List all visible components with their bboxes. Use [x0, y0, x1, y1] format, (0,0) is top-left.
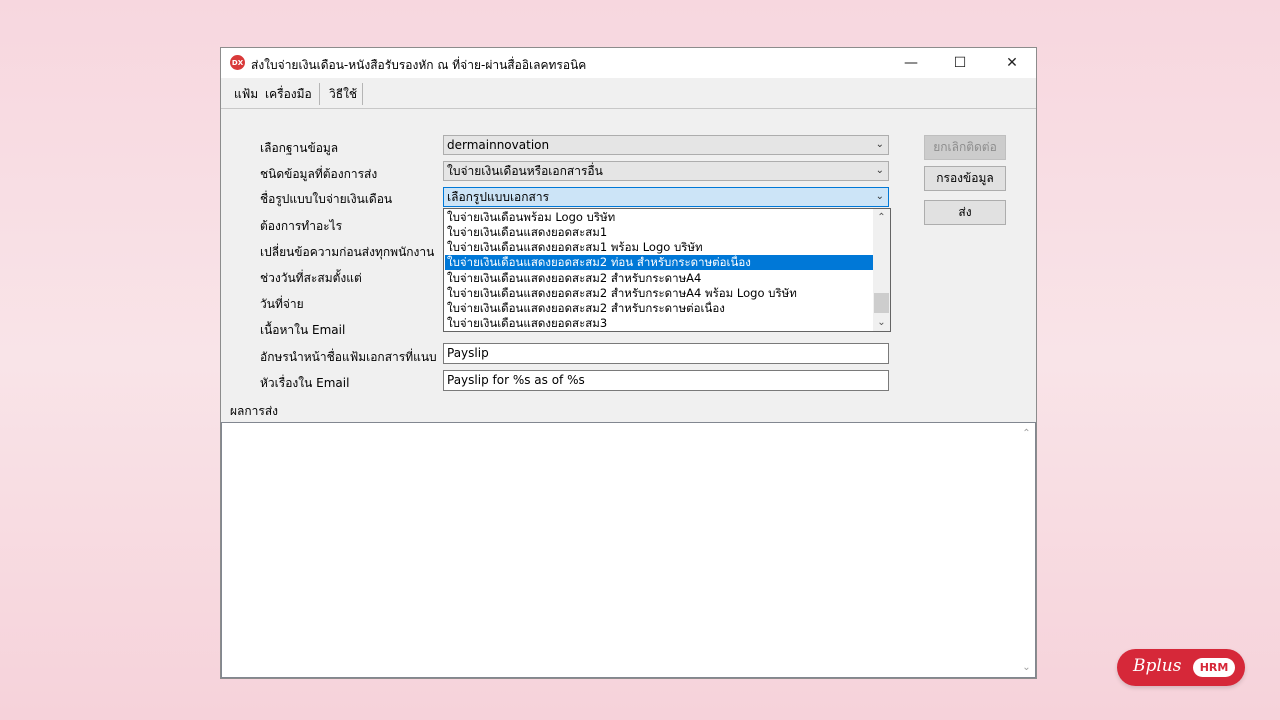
data-type-label: ชนิดข้อมูลที่ต้องการส่ง	[260, 167, 378, 181]
chevron-down-icon: ⌄	[875, 191, 884, 202]
database-select[interactable]: dermainnovation ⌄	[443, 135, 889, 155]
result-textarea[interactable]: ⌃ ⌄	[221, 422, 1036, 678]
dropdown-item[interactable]: ใบจ่ายเงินเดือนแสดงยอดสะสม1 พร้อม Logo บ…	[445, 240, 873, 255]
result-scrollbar[interactable]: ⌃ ⌄	[1018, 423, 1035, 677]
pay-date-label: วันที่จ่าย	[260, 297, 304, 311]
dropdown-item[interactable]: ใบจ่ายเงินเดือนพร้อม Logo บริษัท	[445, 210, 873, 225]
dropdown-item[interactable]: ใบจ่ายเงินเดือนแสดงยอดสะสม2 สำหรับกระดาษ…	[445, 286, 873, 301]
subject-label: หัวเรื่องใน Email	[260, 376, 350, 390]
chevron-down-icon[interactable]: ⌄	[873, 314, 890, 331]
logo-brand: Bplus	[1133, 656, 1182, 676]
dropdown-item-selected[interactable]: ใบจ่ายเงินเดือนแสดงยอดสะสม2 ท่อน สำหรับก…	[445, 255, 873, 270]
change-message-label: เปลี่ยนข้อความก่อนส่งทุกพนักงาน	[260, 245, 435, 259]
minimize-button[interactable]: —	[888, 48, 934, 78]
chevron-down-icon[interactable]: ⌄	[1018, 659, 1035, 676]
dropdown-item[interactable]: ใบจ่ายเงินเดือนแสดงยอดสะสม1	[445, 225, 873, 240]
dropdown-item[interactable]: ใบจ่ายเงินเดือนแสดงยอดสะสม3	[445, 316, 873, 331]
period-label: ช่วงวันที่สะสมตั้งแต่	[260, 271, 362, 285]
menu-help[interactable]: วิธีใช้	[323, 82, 363, 106]
dropdown-scrollbar[interactable]: ⌃ ⌄	[873, 209, 890, 331]
menu-separator	[362, 83, 363, 105]
template-dropdown-list[interactable]: ใบจ่ายเงินเดือนพร้อม Logo บริษัท ใบจ่ายเ…	[443, 208, 891, 332]
database-select-value: dermainnovation	[447, 138, 550, 152]
chevron-down-icon: ⌄	[875, 139, 884, 150]
subject-input[interactable]: Payslip for %s as of %s	[443, 370, 889, 391]
send-button[interactable]: ส่ง	[924, 200, 1006, 225]
menu-tools[interactable]: เครื่องมือ	[259, 82, 318, 106]
logo-badge: HRM	[1193, 658, 1235, 677]
menu-bar: แฟ้ม เครื่องมือ วิธีใช้	[221, 79, 1036, 109]
filter-data-button[interactable]: กรองข้อมูล	[924, 166, 1006, 191]
app-icon: DX	[230, 55, 245, 70]
template-select[interactable]: เลือกรูปแบบเอกสาร ⌄	[443, 187, 889, 207]
scrollbar-thumb[interactable]	[874, 293, 889, 313]
window-title: ส่งใบจ่ายเงินเดือน-หนังสือรับรองหัก ณ ที…	[251, 58, 587, 72]
chevron-up-icon[interactable]: ⌃	[1018, 425, 1035, 442]
dropdown-item[interactable]: ใบจ่ายเงินเดือนแสดงยอดสะสม2 สำหรับกระดาษ…	[445, 271, 873, 286]
prefix-label: อักษรนำหน้าชื่อแฟ้มเอกสารที่แนบ	[260, 350, 437, 364]
data-type-select-value: ใบจ่ายเงินเดือนหรือเอกสารอื่น	[447, 164, 603, 178]
template-label: ชื่อรูปแบบใบจ่ายเงินเดือน	[260, 192, 393, 206]
chevron-up-icon[interactable]: ⌃	[873, 209, 890, 226]
result-label: ผลการส่ง	[230, 404, 279, 418]
close-button[interactable]: ✕	[989, 48, 1035, 78]
title-bar: DX ส่งใบจ่ายเงินเดือน-หนังสือรับรองหัก ณ…	[221, 48, 1036, 78]
main-window: DX ส่งใบจ่ายเงินเดือน-หนังสือรับรองหัก ณ…	[220, 47, 1037, 679]
dropdown-item[interactable]: ใบจ่ายเงินเดือนแสดงยอดสะสม2 สำหรับกระดาษ…	[445, 301, 873, 316]
template-select-value: เลือกรูปแบบเอกสาร	[447, 190, 550, 204]
cancel-connection-button[interactable]: ยกเลิกติดต่อ	[924, 135, 1006, 160]
menu-separator	[319, 83, 320, 105]
prefix-input[interactable]: Payslip	[443, 343, 889, 364]
data-type-select[interactable]: ใบจ่ายเงินเดือนหรือเอกสารอื่น ⌄	[443, 161, 889, 181]
chevron-down-icon: ⌄	[875, 165, 884, 176]
email-content-label: เนื้อหาใน Email	[260, 323, 346, 337]
database-label: เลือกฐานข้อมูล	[260, 141, 339, 155]
action-label: ต้องการทำอะไร	[260, 219, 343, 233]
maximize-button[interactable]: ☐	[937, 48, 983, 78]
bplus-hrm-logo: Bplus HRM	[1117, 649, 1245, 686]
